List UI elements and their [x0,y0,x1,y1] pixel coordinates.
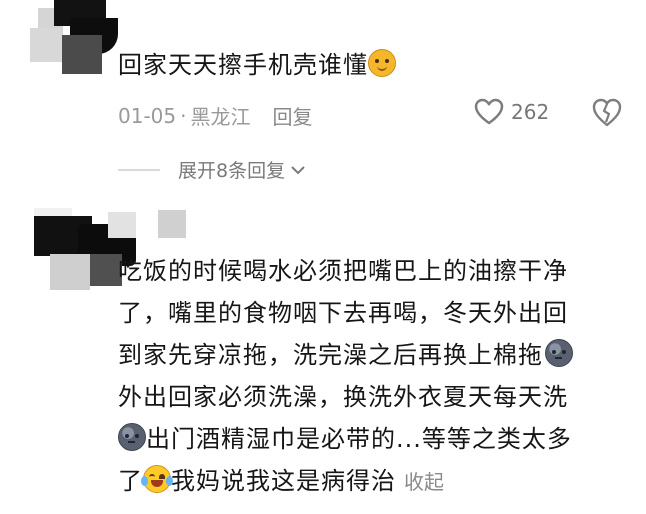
first-comment-text: 回家天天擦手机壳谁懂 [118,48,396,82]
avatar-mosaic-top[interactable] [30,0,120,80]
comment-line: 了我妈说我这是病得治 收起 [118,465,444,495]
comment-line: 吃饭的时候喝水必须把嘴巴上的油擦干净 [118,257,568,285]
first-comment-meta: 01-05 · 黑龙江 回复 [118,101,312,130]
mosaic-block [108,212,136,238]
expand-replies-button[interactable]: 展开8条回复 [118,156,307,183]
comment-line: 了，嘴里的食物咽下去再喝，冬天外出回 [118,299,568,327]
moon-face-emoji-icon [118,423,146,451]
comment-screenshot: 回家天天擦手机壳谁懂 01-05 · 黑龙江 回复 262 展开8条回复 吃饭的… [0,0,646,514]
comment-location: 黑龙江 [190,105,251,129]
mosaic-block [30,28,62,62]
tear-icon [141,476,148,486]
meta-separator: · [180,103,187,128]
reply-button[interactable]: 回复 [272,101,312,130]
comment-line: 外出回家必须洗澡，换洗外衣夏天每天洗 [118,383,568,411]
comment-line: 到家先穿凉拖，洗完澡之后再换上棉拖 [118,338,628,372]
expand-replies-label: 展开8条回复 [178,160,286,182]
collapse-button[interactable]: 收起 [404,470,444,494]
chevron-down-icon [291,165,305,174]
broken-heart-icon [592,98,622,127]
moon-face-emoji-icon [545,339,573,367]
like-number: 262 [511,100,550,124]
heart-icon [474,98,504,125]
like-count[interactable]: 262 [474,98,549,126]
mosaic-block [158,210,186,238]
comment-line: 出门酒精湿巾是必带的...等等之类太多 [118,422,628,456]
comment-date: 01-05 [118,103,177,128]
expand-divider [118,168,160,171]
tear-icon [166,476,173,486]
second-comment-text: 吃饭的时候喝水必须把嘴巴上的油擦干净 了，嘴里的食物咽下去再喝，冬天外出回 到家… [118,254,628,499]
first-comment-body: 回家天天擦手机壳谁懂 [118,51,368,79]
dislike-button[interactable] [591,98,623,128]
shy-face-emoji-icon [368,49,396,77]
laughing-crying-emoji-icon [141,465,173,493]
mosaic-block [50,254,90,290]
mosaic-block [62,35,102,74]
